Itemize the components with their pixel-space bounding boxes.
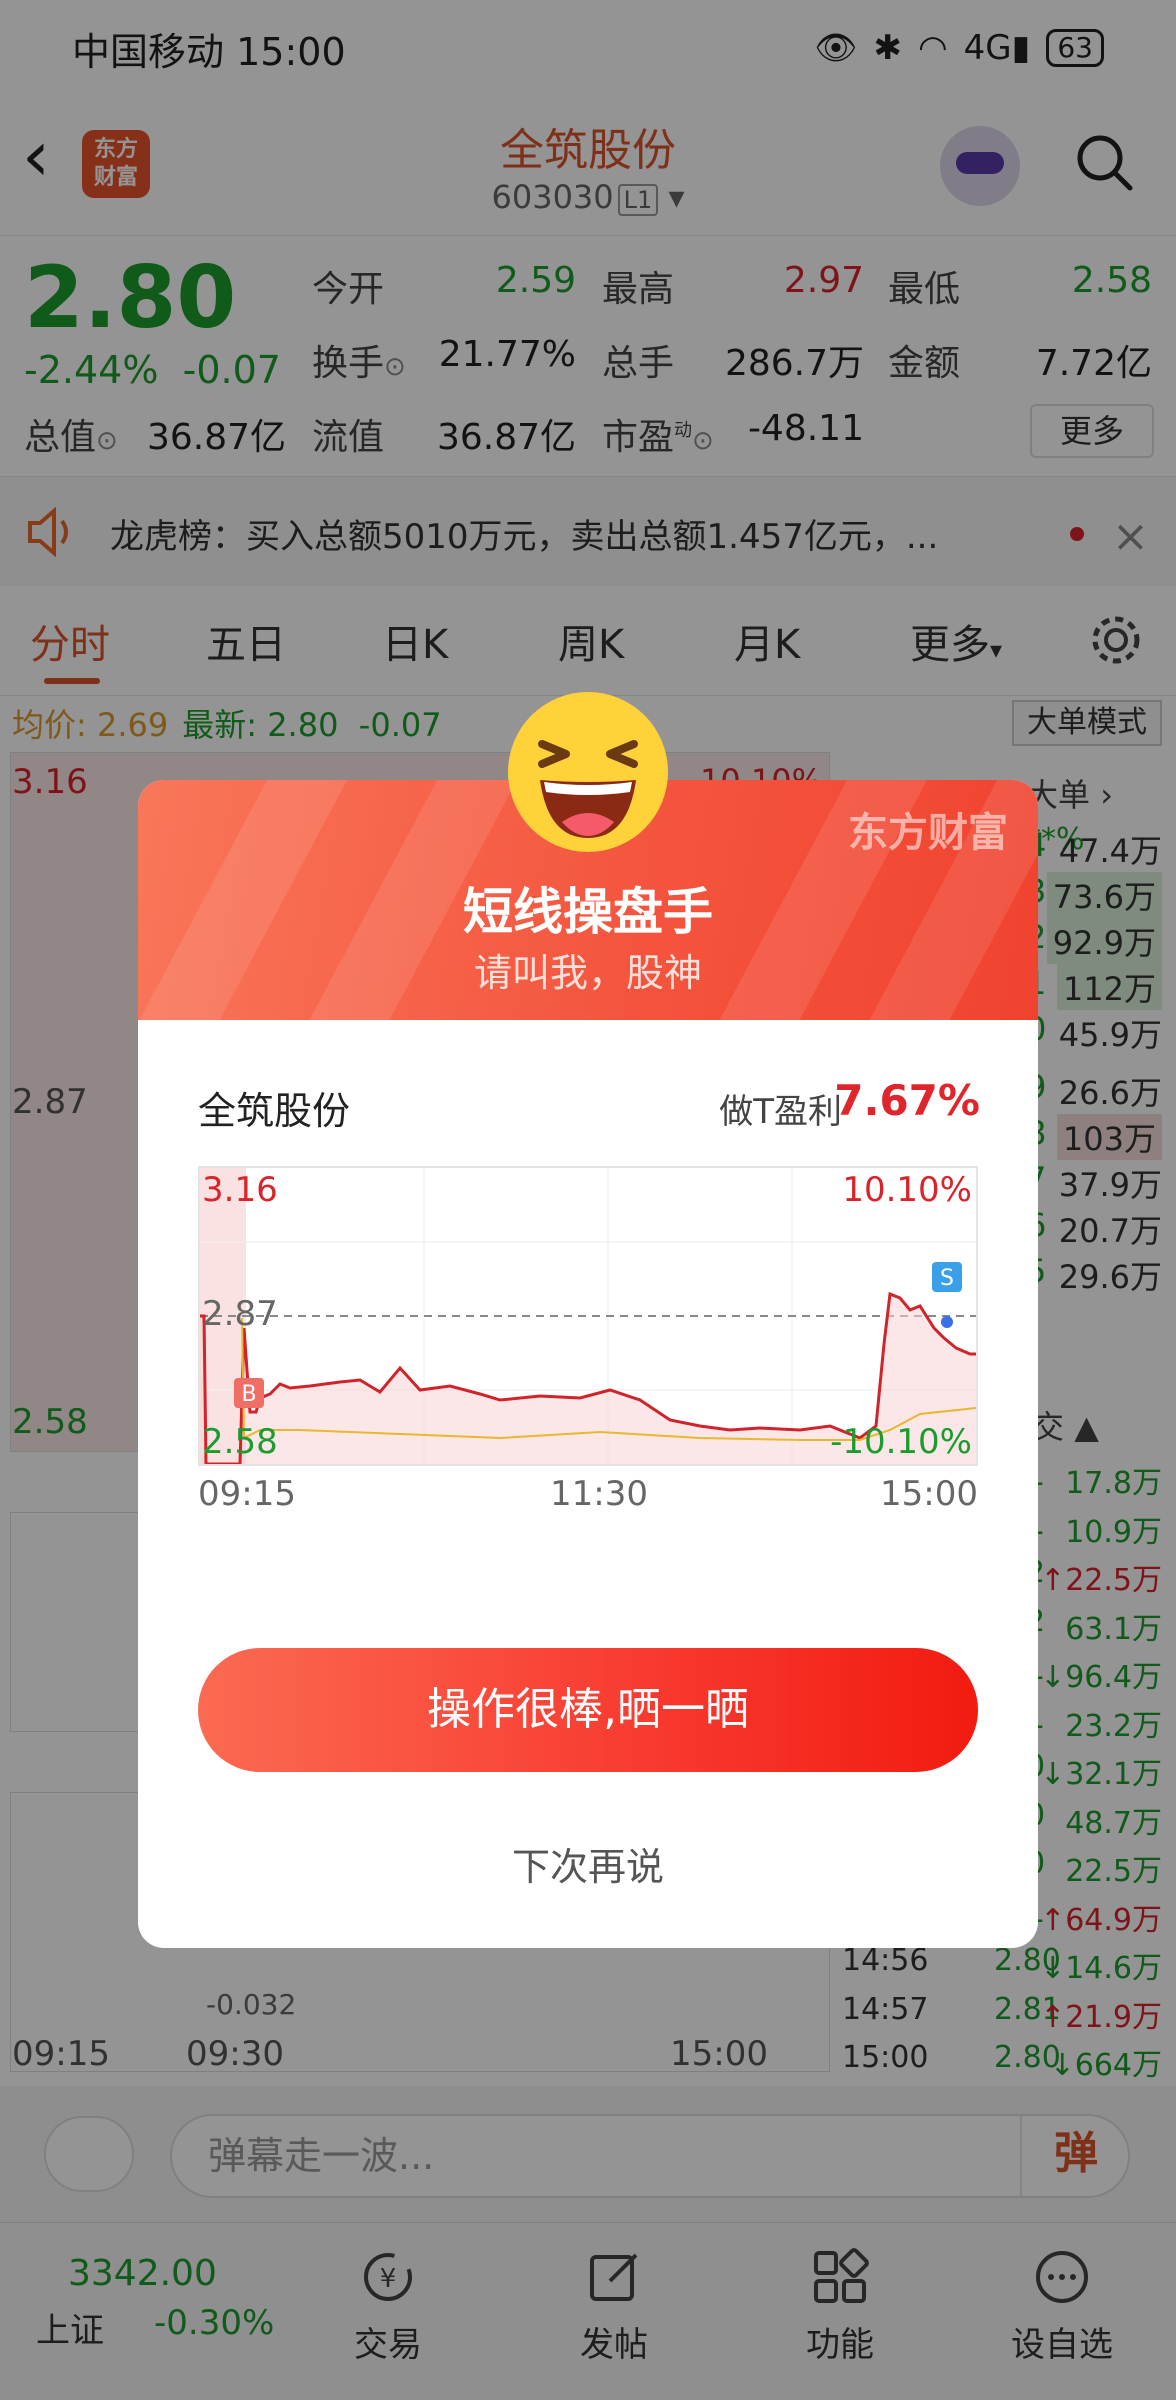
laughing-emoji-icon (508, 692, 668, 852)
mini-pct-top: 10.10% (842, 1170, 972, 1210)
dialog-subtitle: 请叫我，股神 (473, 951, 702, 995)
mini-y-mid: 2.87 (202, 1294, 278, 1334)
profit-value: 7.67% (834, 1076, 980, 1125)
profit-label: 做T盈利 (719, 1092, 842, 1132)
brand-watermark: 东方财富 (848, 810, 1008, 856)
sell-marker: S (940, 1266, 954, 1291)
mini-y-top: 3.16 (202, 1170, 278, 1210)
share-button[interactable]: 操作很棒,晒一晒 (198, 1648, 978, 1772)
mini-y-bottom: 2.58 (202, 1422, 278, 1462)
buy-marker: B (241, 1382, 256, 1407)
mini-x-mid: 11:30 (550, 1474, 648, 1514)
mini-chart-svg: B S (200, 1168, 976, 1464)
mini-x-end: 15:00 (880, 1474, 978, 1514)
mini-pct-bottom: -10.10% (830, 1422, 972, 1462)
dialog-title: 短线操盘手 (463, 883, 713, 941)
later-button[interactable]: 下次再说 (138, 1836, 1038, 1891)
mini-x-start: 09:15 (198, 1474, 296, 1514)
dialog-stock-name: 全筑股份 (198, 1089, 351, 1133)
mini-intraday-chart: B S 3.16 2.87 2.58 10.10% -10.10% (198, 1166, 978, 1466)
profit-share-dialog: 东方财富 短线操盘手 请叫我，股神 全筑股份 做T盈利 7.67% B S 3.… (138, 780, 1038, 1948)
